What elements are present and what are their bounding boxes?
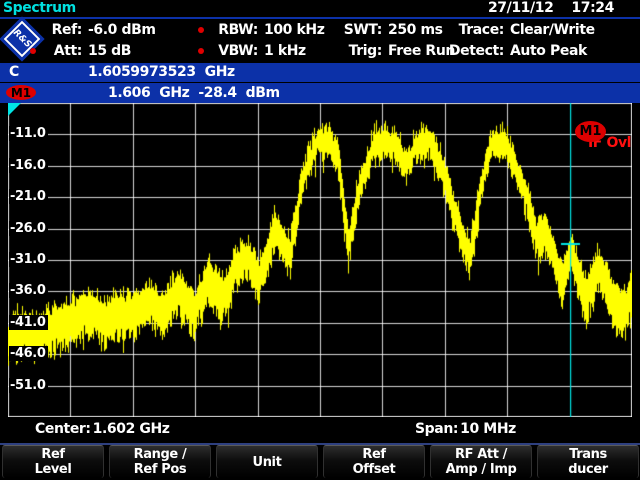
- softkey-rf-att-amp-imp[interactable]: RF Att / Amp / Imp: [430, 445, 532, 478]
- setting-value: 15 dB: [88, 43, 131, 59]
- trigger-setting: Trig: Free Run: [338, 42, 455, 60]
- y-axis-label: -21.0: [9, 189, 48, 204]
- setting-label: VBW:: [210, 43, 258, 59]
- softkey-range-ref-pos[interactable]: Range / Ref Pos: [109, 445, 211, 478]
- header-row: Spectrum 27/11/12 17:24: [0, 0, 640, 17]
- coupled-indicator-dot: [198, 48, 204, 54]
- marker-m1-badge: M1: [6, 85, 36, 100]
- setting-value: 250 ms: [388, 22, 443, 38]
- setting-label: Trig:: [338, 43, 382, 59]
- ref-level-setting: Ref: -6.0 dBm: [30, 21, 156, 39]
- softkey-label-line: Ref: [41, 447, 64, 462]
- center-value: 1.602 GHz: [93, 421, 170, 437]
- time-text: 17:24: [571, 0, 614, 17]
- setting-value: Auto Peak: [510, 43, 587, 59]
- softkey-ref-offset[interactable]: Ref Offset: [323, 445, 425, 478]
- softkey-label-line: RF Att /: [455, 447, 507, 462]
- setting-label: Att:: [42, 43, 82, 59]
- counter-label: C: [9, 64, 19, 80]
- y-axis-label: -41.0: [9, 315, 48, 330]
- softkey-label-line: Offset: [353, 462, 396, 477]
- setting-value: 1 kHz: [264, 43, 306, 59]
- sweep-time-setting: SWT: 250 ms: [338, 21, 443, 39]
- graticule: IF Ovl M1 -11.0-16.0-21.0-26.0-31.0-36.0…: [8, 103, 632, 417]
- setting-label: Trace:: [446, 22, 504, 38]
- softkey-label-line: ducer: [568, 462, 608, 477]
- trigger-corner-icon: [8, 103, 21, 116]
- detector-setting: Detect: Auto Peak: [446, 42, 587, 60]
- header-divider: [0, 17, 640, 19]
- status-row: Center: 1.602 GHz Span: 10 MHz: [0, 420, 640, 441]
- spectrum-analyzer-screen: Spectrum 27/11/12 17:24 R&S Ref: -6.0 dB…: [0, 0, 640, 480]
- datetime: 27/11/12 17:24: [488, 0, 614, 17]
- softkey-label-line: Range /: [134, 447, 187, 462]
- coupled-indicator-dot: [198, 27, 204, 33]
- softkey-label-line: Unit: [253, 455, 282, 470]
- setting-value: Clear/Write: [510, 22, 595, 38]
- counter-value: 1.6059973523 GHz: [88, 64, 235, 80]
- setting-label: RBW:: [210, 22, 258, 38]
- y-axis-label: -16.0: [9, 158, 48, 173]
- coupled-indicator-dot: [30, 48, 36, 54]
- center-frequency: Center: 1.602 GHz: [35, 421, 170, 437]
- softkey-ref-level[interactable]: Ref Level: [2, 445, 104, 478]
- setting-value: -6.0 dBm: [88, 22, 156, 38]
- setting-label: SWT:: [338, 22, 382, 38]
- mode-title: Spectrum: [3, 0, 76, 17]
- setting-value: 100 kHz: [264, 22, 324, 38]
- softkey-bar: Ref Level Range / Ref Pos Unit Ref Offse…: [0, 445, 640, 478]
- rbw-setting: RBW: 100 kHz: [198, 21, 324, 39]
- softkey-label-line: Ref: [362, 447, 385, 462]
- softkey-transducer[interactable]: Trans ducer: [537, 445, 639, 478]
- center-label: Center:: [35, 421, 91, 437]
- setting-label: Ref:: [42, 22, 82, 38]
- softkey-label-line: Level: [35, 462, 72, 477]
- softkey-label-line: Trans: [569, 447, 607, 462]
- setting-value: Free Run: [388, 43, 455, 59]
- marker-m1-value: 1.606 GHz -28.4 dBm: [108, 85, 280, 101]
- y-axis-label: -26.0: [9, 221, 48, 236]
- softkey-unit[interactable]: Unit: [216, 445, 318, 478]
- frequency-counter-row: C 1.6059973523 GHz: [0, 63, 640, 82]
- y-axis-label: -46.0: [9, 346, 48, 361]
- spectrum-trace-canvas[interactable]: [8, 103, 632, 417]
- y-axis-label: -51.0: [9, 378, 48, 393]
- y-axis-label: -36.0: [9, 283, 48, 298]
- softkey-label-line: Amp / Imp: [446, 462, 517, 477]
- span-value: 10 MHz: [460, 421, 516, 437]
- setting-label: Detect:: [446, 43, 504, 59]
- marker-readout-row: M1 1.606 GHz -28.4 dBm: [0, 83, 640, 103]
- vbw-setting: VBW: 1 kHz: [198, 42, 306, 60]
- trace-mode-setting: Trace: Clear/Write: [446, 21, 595, 39]
- y-axis-label: -31.0: [9, 252, 48, 267]
- softkey-label-line: Ref Pos: [134, 462, 186, 477]
- date-text: 27/11/12: [488, 0, 553, 17]
- span-readout: Span: 10 MHz: [415, 421, 516, 437]
- marker-m1-flag[interactable]: M1: [575, 121, 606, 142]
- y-axis-label: -11.0: [9, 126, 48, 141]
- attenuation-setting: Att: 15 dB: [30, 42, 131, 60]
- span-label: Span:: [415, 421, 458, 437]
